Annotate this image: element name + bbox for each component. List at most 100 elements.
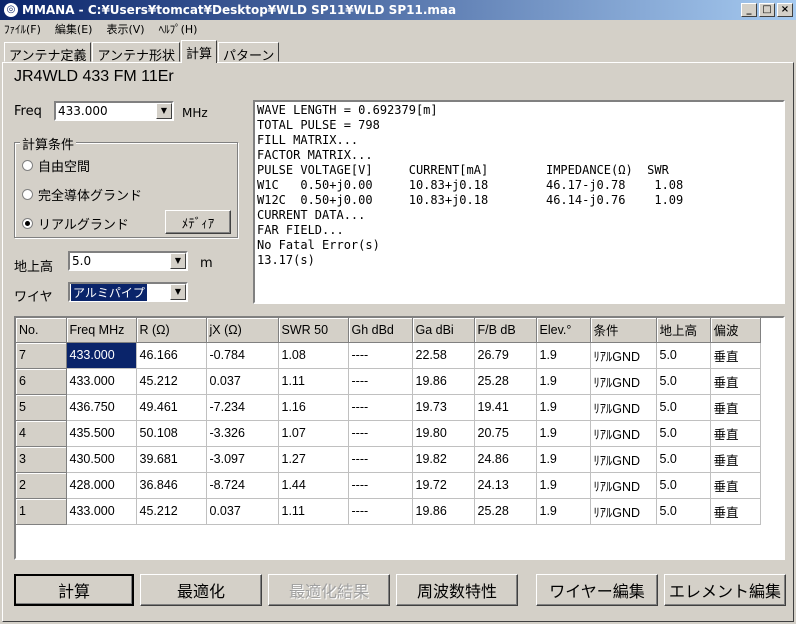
table-cell[interactable]: 45.212 xyxy=(136,498,207,525)
height-value[interactable]: 5.0 xyxy=(70,254,170,268)
table-cell[interactable]: 1.9 xyxy=(536,394,591,421)
table-cell[interactable]: -8.724 xyxy=(206,472,279,499)
table-cell[interactable]: 39.681 xyxy=(136,446,207,473)
row-number-cell[interactable]: 3 xyxy=(16,446,67,473)
tab-pattern[interactable]: パターン xyxy=(217,42,280,64)
table-cell[interactable]: 19.41 xyxy=(474,394,537,421)
table-cell[interactable]: ﾘｱﾙGND xyxy=(590,394,657,421)
column-header[interactable]: SWR 50 xyxy=(278,318,349,343)
column-header[interactable]: 地上高 xyxy=(656,318,711,343)
chevron-down-icon[interactable]: ▼ xyxy=(170,253,186,269)
radio-dot-selected[interactable] xyxy=(22,218,33,229)
table-cell[interactable]: 26.79 xyxy=(474,342,537,369)
column-header[interactable]: R (Ω) xyxy=(136,318,207,343)
row-number-cell[interactable]: 4 xyxy=(16,420,67,447)
table-cell[interactable]: 垂直 xyxy=(710,368,761,395)
table-cell[interactable]: 1.9 xyxy=(536,498,591,525)
column-header[interactable]: 条件 xyxy=(590,318,657,343)
table-cell[interactable]: ---- xyxy=(348,368,413,395)
freq-value[interactable]: 433.000 xyxy=(56,104,156,118)
table-cell[interactable]: 5.0 xyxy=(656,368,711,395)
height-combo[interactable]: 5.0 ▼ xyxy=(68,251,188,271)
table-cell[interactable]: 5.0 xyxy=(656,394,711,421)
table-cell[interactable]: 430.500 xyxy=(66,446,137,473)
table-row[interactable]: 5 436.750 49.461 -7.234 1.16 ---- 19.73 19.41 1.… xyxy=(16,394,761,421)
table-cell[interactable]: 46.166 xyxy=(136,342,207,369)
table-cell[interactable]: ---- xyxy=(348,342,413,369)
table-row[interactable]: 1 433.000 45.212 0.037 1.11 ---- 19.86 25.28 1.9… xyxy=(16,498,761,525)
table-cell[interactable]: 22.58 xyxy=(412,342,475,369)
table-cell[interactable]: -3.097 xyxy=(206,446,279,473)
table-cell[interactable]: 垂直 xyxy=(710,342,761,369)
radio-dot[interactable] xyxy=(22,189,33,200)
menu-edit[interactable]: 編集(E) xyxy=(55,21,93,37)
table-cell[interactable]: -3.326 xyxy=(206,420,279,447)
calc-output-log[interactable]: WAVE LENGTH = 0.692379[m] TOTAL PULSE = 7… xyxy=(253,100,785,304)
media-button[interactable]: ﾒﾃﾞｨｱ xyxy=(165,210,231,234)
table-cell[interactable]: 49.461 xyxy=(136,394,207,421)
table-cell[interactable]: 19.72 xyxy=(412,472,475,499)
table-cell[interactable]: 1.9 xyxy=(536,368,591,395)
table-cell[interactable]: 1.9 xyxy=(536,420,591,447)
table-cell[interactable]: 1.07 xyxy=(278,420,349,447)
close-button[interactable]: × xyxy=(777,3,793,17)
table-row[interactable]: 6 433.000 45.212 0.037 1.11 ---- 19.86 25.28 1.9… xyxy=(16,368,761,395)
row-number-cell[interactable]: 1 xyxy=(16,498,67,525)
row-number-cell[interactable]: 2 xyxy=(16,472,67,499)
table-cell[interactable]: 20.75 xyxy=(474,420,537,447)
row-number-cell[interactable]: 5 xyxy=(16,394,67,421)
table-cell[interactable]: ﾘｱﾙGND xyxy=(590,472,657,499)
table-cell[interactable]: ﾘｱﾙGND xyxy=(590,446,657,473)
row-number-cell[interactable]: 7 xyxy=(16,342,67,369)
column-header[interactable]: jX (Ω) xyxy=(206,318,279,343)
table-cell[interactable]: 25.28 xyxy=(474,368,537,395)
table-cell[interactable]: 5.0 xyxy=(656,498,711,525)
table-cell[interactable]: 5.0 xyxy=(656,472,711,499)
table-cell[interactable]: 436.750 xyxy=(66,394,137,421)
menu-view[interactable]: 表示(V) xyxy=(106,21,144,37)
tab-calculation[interactable]: 計算 xyxy=(180,40,217,63)
optimize-result-button[interactable]: 最適化結果 xyxy=(268,574,390,606)
table-cell[interactable]: 0.037 xyxy=(206,498,279,525)
table-cell[interactable]: ﾘｱﾙGND xyxy=(590,420,657,447)
frequency-characteristics-button[interactable]: 周波数特性 xyxy=(396,574,518,606)
table-cell[interactable]: 5.0 xyxy=(656,342,711,369)
table-cell[interactable]: 19.86 xyxy=(412,368,475,395)
table-cell[interactable]: 垂直 xyxy=(710,472,761,499)
chevron-down-icon[interactable]: ▼ xyxy=(156,103,172,119)
table-cell[interactable]: ---- xyxy=(348,420,413,447)
table-cell[interactable]: 19.82 xyxy=(412,446,475,473)
table-cell[interactable]: 433.000 xyxy=(66,342,137,369)
table-cell[interactable]: -0.784 xyxy=(206,342,279,369)
table-cell[interactable]: 50.108 xyxy=(136,420,207,447)
column-header[interactable]: No. xyxy=(16,318,67,343)
column-header[interactable]: Freq MHz xyxy=(66,318,137,343)
table-cell[interactable]: -7.234 xyxy=(206,394,279,421)
table-cell[interactable]: 19.86 xyxy=(412,498,475,525)
table-cell[interactable]: 垂直 xyxy=(710,498,761,525)
table-cell[interactable]: 1.44 xyxy=(278,472,349,499)
table-cell[interactable]: 1.11 xyxy=(278,498,349,525)
table-cell[interactable]: 5.0 xyxy=(656,446,711,473)
column-header[interactable]: F/B dB xyxy=(474,318,537,343)
table-row[interactable]: 7 433.000 46.166 -0.784 1.08 ---- 22.58 26.79 1.… xyxy=(16,342,761,369)
tab-antenna-definition[interactable]: アンテナ定義 xyxy=(4,42,92,64)
table-cell[interactable]: 24.86 xyxy=(474,446,537,473)
table-cell[interactable]: 1.08 xyxy=(278,342,349,369)
table-row[interactable]: 4 435.500 50.108 -3.326 1.07 ---- 19.80 20.75 1.… xyxy=(16,420,761,447)
table-cell[interactable]: 19.73 xyxy=(412,394,475,421)
results-grid[interactable]: No. Freq MHz R (Ω) jX (Ω) SWR 50 Gh dBd Ga dBi… xyxy=(14,316,785,560)
table-cell[interactable]: ---- xyxy=(348,498,413,525)
table-cell[interactable]: ﾘｱﾙGND xyxy=(590,342,657,369)
table-cell[interactable]: ﾘｱﾙGND xyxy=(590,368,657,395)
freq-combo[interactable]: 433.000 ▼ xyxy=(54,101,174,121)
table-cell[interactable]: 1.16 xyxy=(278,394,349,421)
minimize-button[interactable]: _ xyxy=(741,3,757,17)
column-header[interactable]: Elev.° xyxy=(536,318,591,343)
table-cell[interactable]: 435.500 xyxy=(66,420,137,447)
table-cell[interactable]: 垂直 xyxy=(710,446,761,473)
table-cell[interactable]: ---- xyxy=(348,394,413,421)
column-header[interactable]: Ga dBi xyxy=(412,318,475,343)
radio-perfect-ground[interactable]: 完全導体グランド xyxy=(22,185,142,204)
column-header[interactable]: Gh dBd xyxy=(348,318,413,343)
